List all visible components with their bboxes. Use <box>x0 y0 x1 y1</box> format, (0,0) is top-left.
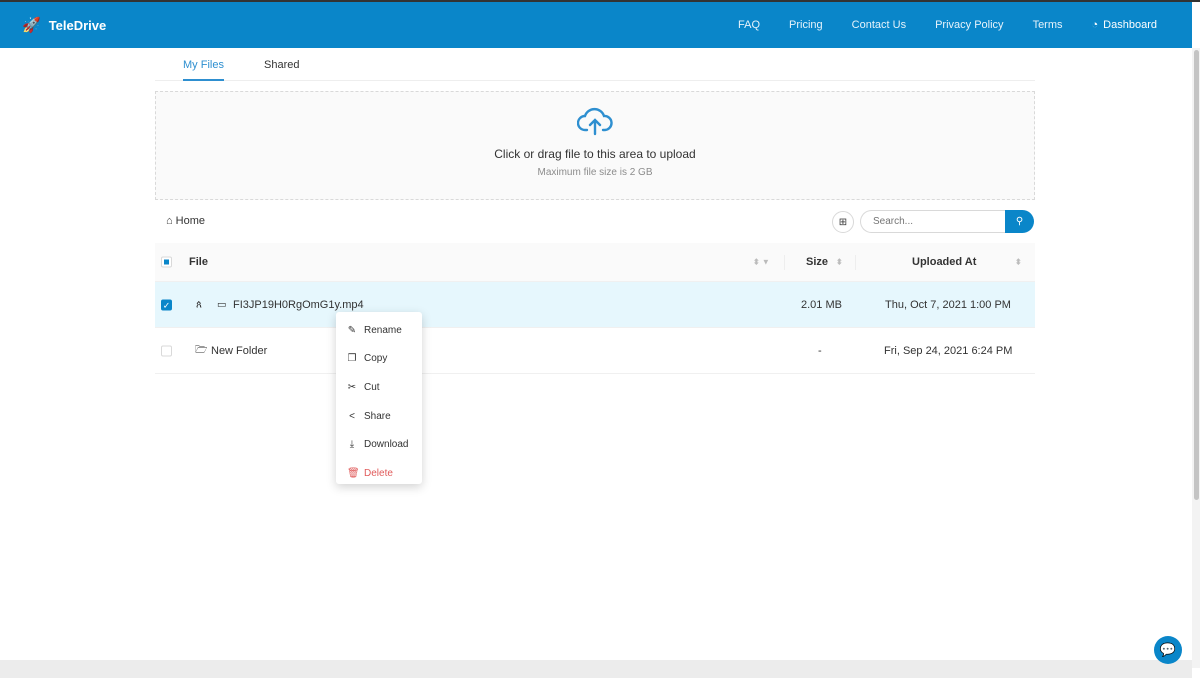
nav-contact[interactable]: Contact Us <box>852 19 906 31</box>
file-name[interactable]: FI3JP19H0RgOmG1y.mp4 <box>233 299 364 311</box>
top-navbar: 🚀 TeleDrive FAQ Pricing Contact Us Privac… <box>0 2 1192 48</box>
file-table: File ⬍ ▼ Size ⬍ Uploaded At ⬍ ✓ ጰ ▭ FI3J… <box>155 243 1035 374</box>
tab-my-files[interactable]: My Files <box>183 59 224 81</box>
select-all-checkbox[interactable] <box>161 256 172 268</box>
download-icon: ⤓ <box>349 439 355 451</box>
nav-dashboard[interactable]: ◔ Dashboard <box>1092 19 1157 31</box>
brand-logo[interactable]: 🚀 TeleDrive <box>22 16 106 34</box>
trash-icon: 🗑 <box>347 467 360 479</box>
menu-rename[interactable]: ✎ Rename <box>336 316 422 345</box>
table-row[interactable]: ✓ ጰ ▭ FI3JP19H0RgOmG1y.mp4 2.01 MB Thu, … <box>155 282 1035 328</box>
video-file-icon: ▭ <box>217 299 227 310</box>
upload-dropzone[interactable]: Click or drag file to this area to uploa… <box>155 91 1035 200</box>
nav-faq[interactable]: FAQ <box>738 19 760 31</box>
share-icon: < <box>349 410 355 422</box>
upload-title: Click or drag file to this area to uploa… <box>494 147 696 161</box>
page-scrollbar[interactable] <box>1192 48 1200 668</box>
column-divider <box>784 255 785 270</box>
menu-label: Rename <box>364 324 402 336</box>
scrollbar-thumb[interactable] <box>1194 50 1199 500</box>
file-tabs: My Files Shared <box>155 48 1035 81</box>
file-uploaded: Thu, Oct 7, 2021 1:00 PM <box>885 298 1011 311</box>
copy-icon: ❐ <box>347 353 357 365</box>
home-icon: ⌂ <box>166 215 173 227</box>
folder-plus-icon: ⊞ <box>838 216 848 228</box>
folder-icon: 🗁 <box>195 344 208 355</box>
table-row[interactable]: 🗁 New Folder - Fri, Sep 24, 2021 6:24 PM <box>155 328 1035 374</box>
dashboard-icon: ◔ <box>1091 19 1099 31</box>
file-size: - <box>818 344 822 357</box>
nav-privacy[interactable]: Privacy Policy <box>935 19 1003 31</box>
menu-label: Delete <box>364 467 393 479</box>
pencil-icon: ✎ <box>347 324 357 336</box>
chat-support-button[interactable]: 💬 <box>1154 636 1182 664</box>
brand-name: TeleDrive <box>48 17 107 33</box>
bottom-bar <box>0 660 1192 678</box>
header-size[interactable]: Size <box>806 256 828 268</box>
nav-pricing[interactable]: Pricing <box>789 19 823 31</box>
search-box: ⚲ <box>860 210 1034 233</box>
file-size: 2.01 MB <box>801 298 842 311</box>
scissors-icon: ✂ <box>347 381 357 393</box>
menu-cut[interactable]: ✂ Cut <box>336 373 422 402</box>
menu-label: Share <box>364 410 391 422</box>
dashboard-label: Dashboard <box>1103 19 1157 31</box>
row-checkbox[interactable] <box>161 345 172 356</box>
file-sort-icon[interactable]: ⬍ ▼ <box>753 258 770 267</box>
menu-label: Download <box>364 439 409 451</box>
table-header: File ⬍ ▼ Size ⬍ Uploaded At ⬍ <box>155 243 1035 282</box>
column-divider <box>855 255 856 270</box>
shared-users-icon: ጰ <box>196 299 202 310</box>
breadcrumb-home[interactable]: ⌂ Home <box>166 215 205 227</box>
file-name[interactable]: New Folder <box>211 345 267 357</box>
menu-copy[interactable]: ❐ Copy <box>336 345 422 374</box>
new-folder-button[interactable]: ⊞ <box>832 211 854 233</box>
context-menu: ✎ Rename ❐ Copy ✂ Cut < Share ⤓ Download 🗑 Del… <box>336 312 422 484</box>
header-file[interactable]: File <box>189 256 208 268</box>
uploaded-sort-icon[interactable]: ⬍ <box>1015 258 1022 267</box>
file-uploaded: Fri, Sep 24, 2021 6:24 PM <box>884 344 1013 357</box>
breadcrumb-label: Home <box>175 215 205 227</box>
cloud-upload-icon <box>576 107 613 136</box>
size-sort-icon[interactable]: ⬍ <box>836 258 843 267</box>
chat-icon: 💬 <box>1159 642 1177 657</box>
upload-hint: Maximum file size is 2 GB <box>537 167 653 178</box>
search-input[interactable] <box>860 210 1005 233</box>
header-uploaded[interactable]: Uploaded At <box>912 256 976 268</box>
menu-label: Cut <box>364 381 380 393</box>
rocket-icon: 🚀 <box>22 17 41 34</box>
menu-share[interactable]: < Share <box>336 402 422 431</box>
tab-shared[interactable]: Shared <box>264 59 299 71</box>
search-icon: ⚲ <box>1015 216 1024 227</box>
nav-terms[interactable]: Terms <box>1033 19 1063 31</box>
menu-label: Copy <box>364 353 388 365</box>
search-button[interactable]: ⚲ <box>1005 210 1034 233</box>
nav-links: FAQ Pricing Contact Us Privacy Policy Te… <box>738 19 1157 31</box>
menu-download[interactable]: ⤓ Download <box>336 430 422 459</box>
menu-delete[interactable]: 🗑 Delete <box>336 459 422 488</box>
row-checkbox[interactable]: ✓ <box>161 299 172 310</box>
